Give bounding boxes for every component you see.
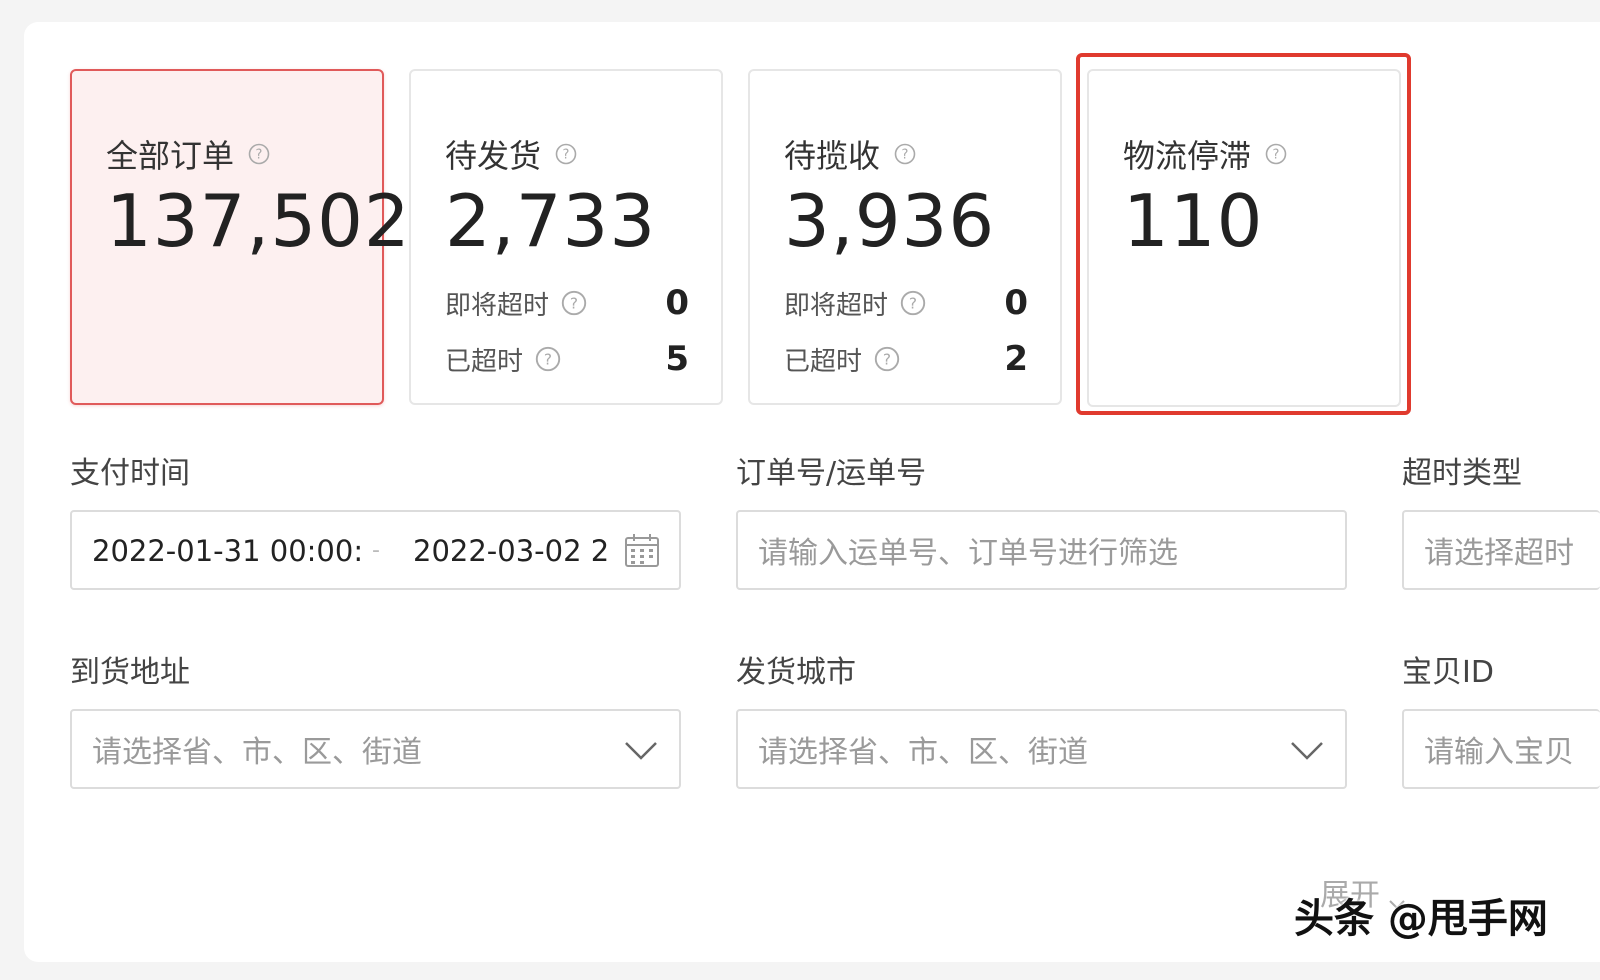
card-title-text: 待揽收 — [784, 137, 881, 175]
card-count: 3,936 — [784, 179, 996, 263]
card-title-text: 全部订单 — [106, 137, 235, 175]
pay-time-label: 支付时间 — [70, 456, 190, 491]
sub-label: 即将超时 ? — [784, 285, 926, 322]
item-id-placeholder: 请输入宝贝 — [1424, 735, 1574, 770]
item-id-label: 宝贝ID — [1402, 655, 1494, 690]
ship-city-label: 发货城市 — [736, 655, 856, 690]
sub-row-soon-timeout[interactable]: 即将超时 ? 0 — [784, 283, 1028, 323]
sub-value: 5 — [665, 339, 689, 379]
sub-row-soon-timeout[interactable]: 即将超时 ? 0 — [445, 283, 689, 323]
card-count: 110 — [1123, 179, 1264, 263]
delivery-address-select[interactable]: 请选择省、市、区、街道 — [70, 709, 681, 789]
pay-time-range-picker[interactable]: 2022-01-31 00:00: - 2022-03-02 23 — [70, 510, 681, 590]
delivery-address-placeholder: 请选择省、市、区、街道 — [92, 735, 422, 770]
card-title: 待揽收 ? — [784, 131, 916, 177]
card-count: 137,502 — [106, 179, 411, 263]
watermark-text: 头条 @甩手网 — [1294, 896, 1548, 942]
card-title: 全部订单 ? — [106, 131, 270, 177]
sub-label: 已超时 ? — [784, 341, 900, 378]
svg-text:?: ? — [902, 148, 909, 163]
svg-text:?: ? — [883, 350, 891, 368]
card-title: 待发货 ? — [445, 131, 577, 177]
chevron-down-icon[interactable] — [1289, 735, 1325, 765]
calendar-icon[interactable] — [623, 532, 661, 570]
svg-text:?: ? — [544, 350, 552, 368]
card-all-orders[interactable]: 全部订单 ? 137,502 — [70, 69, 410, 405]
date-start-value[interactable]: 2022-01-31 00:00: — [92, 534, 363, 568]
sub-label: 即将超时 ? — [445, 285, 587, 322]
sub-value: 2 — [1004, 339, 1028, 379]
chevron-down-icon[interactable] — [623, 735, 659, 765]
question-circle-icon[interactable]: ? — [1265, 143, 1287, 165]
question-circle-icon[interactable]: ? — [561, 290, 587, 316]
sub-label: 已超时 ? — [445, 341, 561, 378]
card-pending-pickup[interactable]: 待揽收 ? 3,936 即将超时 ? 0 已超时 ? 2 — [748, 69, 1062, 405]
sub-label-text: 即将超时 — [784, 290, 889, 321]
question-circle-icon[interactable]: ? — [248, 143, 270, 165]
question-circle-icon[interactable]: ? — [535, 346, 561, 372]
ship-city-select[interactable]: 请选择省、市、区、街道 — [736, 709, 1347, 789]
sub-row-timed-out[interactable]: 已超时 ? 5 — [445, 339, 689, 379]
order-no-label: 订单号/运单号 — [736, 456, 927, 491]
ship-city-placeholder: 请选择省、市、区、街道 — [758, 735, 1088, 770]
order-no-input[interactable]: 请输入运单号、订单号进行筛选 — [736, 510, 1347, 590]
sub-label-text: 已超时 — [445, 346, 524, 377]
card-title-text: 待发货 — [445, 137, 542, 175]
question-circle-icon[interactable]: ? — [894, 143, 916, 165]
card-title-text: 物流停滞 — [1123, 137, 1252, 175]
timeout-type-select[interactable]: 请选择超时 — [1402, 510, 1600, 590]
card-pending-shipment[interactable]: 待发货 ? 2,733 即将超时 ? 0 已超时 ? 5 — [409, 69, 723, 405]
order-no-placeholder: 请输入运单号、订单号进行筛选 — [758, 536, 1178, 571]
svg-text:?: ? — [909, 294, 917, 312]
delivery-address-label: 到货地址 — [70, 655, 190, 690]
question-circle-icon[interactable]: ? — [900, 290, 926, 316]
sub-value: 0 — [665, 283, 689, 323]
svg-text:?: ? — [570, 294, 578, 312]
svg-text:?: ? — [563, 148, 570, 163]
sub-label-text: 已超时 — [784, 346, 863, 377]
date-end-value[interactable]: 2022-03-02 23 — [413, 534, 608, 568]
svg-text:?: ? — [1273, 148, 1280, 163]
card-logistics-stalled[interactable]: 物流停滞 ? 110 — [1087, 69, 1401, 407]
timeout-type-label: 超时类型 — [1402, 456, 1522, 491]
card-title: 物流停滞 ? — [1123, 131, 1287, 177]
question-circle-icon[interactable]: ? — [555, 143, 577, 165]
timeout-type-placeholder: 请选择超时 — [1424, 536, 1574, 571]
date-separator: - — [372, 538, 380, 563]
sub-row-timed-out[interactable]: 已超时 ? 2 — [784, 339, 1028, 379]
sub-label-text: 即将超时 — [445, 290, 550, 321]
svg-text:?: ? — [256, 148, 263, 163]
question-circle-icon[interactable]: ? — [874, 346, 900, 372]
sub-value: 0 — [1004, 283, 1028, 323]
card-count: 2,733 — [445, 179, 657, 263]
item-id-input[interactable]: 请输入宝贝 — [1402, 709, 1600, 789]
